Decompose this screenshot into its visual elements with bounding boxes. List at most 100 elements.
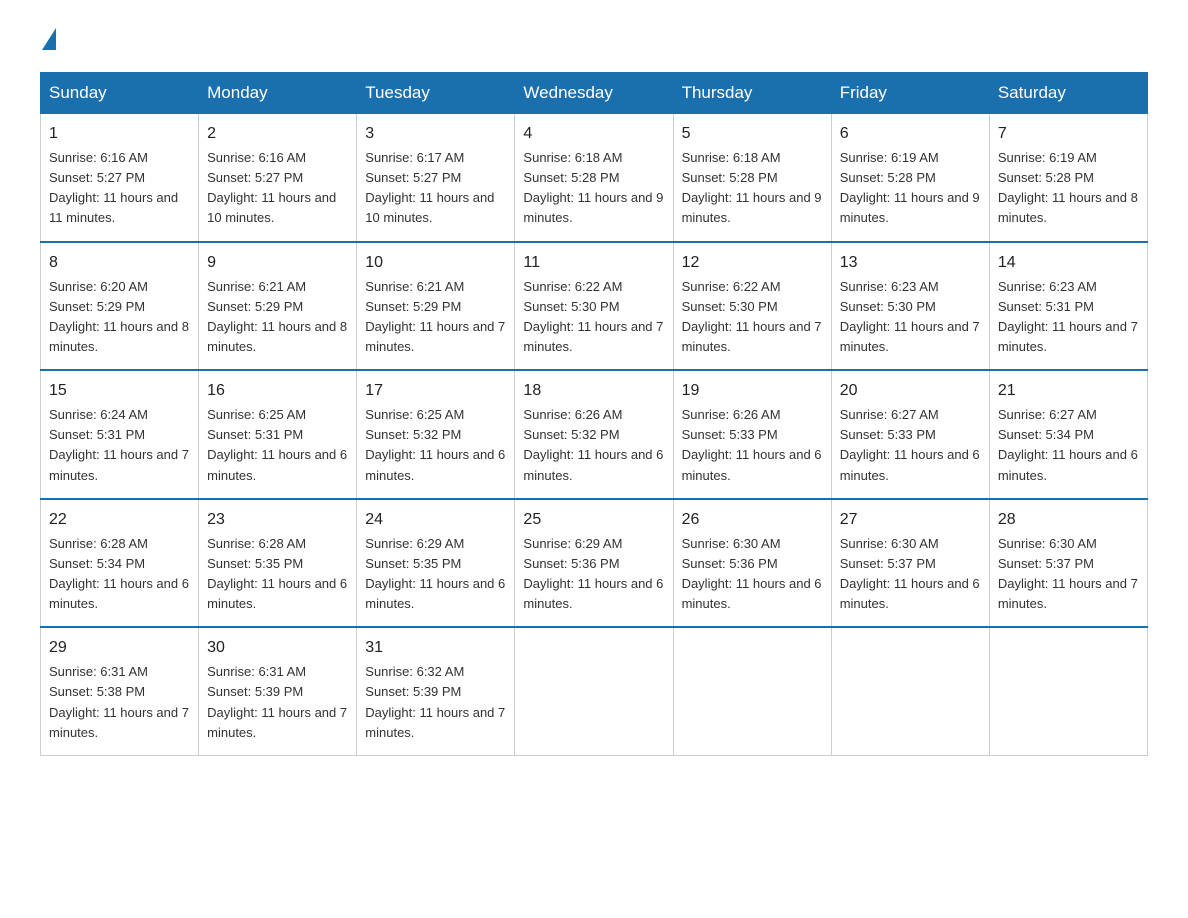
day-number: 5 <box>682 122 823 146</box>
day-info: Sunrise: 6:28 AMSunset: 5:35 PMDaylight:… <box>207 536 347 611</box>
day-number: 29 <box>49 636 190 660</box>
day-number: 17 <box>365 379 506 403</box>
day-info: Sunrise: 6:32 AMSunset: 5:39 PMDaylight:… <box>365 664 505 739</box>
day-info: Sunrise: 6:20 AMSunset: 5:29 PMDaylight:… <box>49 279 189 354</box>
day-number: 27 <box>840 508 981 532</box>
day-number: 1 <box>49 122 190 146</box>
calendar-day-cell: 12 Sunrise: 6:22 AMSunset: 5:30 PMDaylig… <box>673 242 831 371</box>
day-info: Sunrise: 6:17 AMSunset: 5:27 PMDaylight:… <box>365 150 494 225</box>
calendar-day-cell: 24 Sunrise: 6:29 AMSunset: 5:35 PMDaylig… <box>357 499 515 628</box>
day-number: 20 <box>840 379 981 403</box>
weekday-header-thursday: Thursday <box>673 73 831 114</box>
day-number: 7 <box>998 122 1139 146</box>
calendar-day-cell <box>515 627 673 755</box>
calendar-day-cell: 23 Sunrise: 6:28 AMSunset: 5:35 PMDaylig… <box>199 499 357 628</box>
day-number: 11 <box>523 251 664 275</box>
calendar-day-cell: 16 Sunrise: 6:25 AMSunset: 5:31 PMDaylig… <box>199 370 357 499</box>
day-info: Sunrise: 6:23 AMSunset: 5:30 PMDaylight:… <box>840 279 980 354</box>
day-info: Sunrise: 6:29 AMSunset: 5:36 PMDaylight:… <box>523 536 663 611</box>
calendar-day-cell: 22 Sunrise: 6:28 AMSunset: 5:34 PMDaylig… <box>41 499 199 628</box>
calendar-day-cell: 30 Sunrise: 6:31 AMSunset: 5:39 PMDaylig… <box>199 627 357 755</box>
day-number: 31 <box>365 636 506 660</box>
page-header <box>40 30 1148 52</box>
day-info: Sunrise: 6:22 AMSunset: 5:30 PMDaylight:… <box>523 279 663 354</box>
day-number: 13 <box>840 251 981 275</box>
calendar-day-cell: 29 Sunrise: 6:31 AMSunset: 5:38 PMDaylig… <box>41 627 199 755</box>
day-info: Sunrise: 6:19 AMSunset: 5:28 PMDaylight:… <box>840 150 980 225</box>
calendar-day-cell: 20 Sunrise: 6:27 AMSunset: 5:33 PMDaylig… <box>831 370 989 499</box>
weekday-header-tuesday: Tuesday <box>357 73 515 114</box>
calendar-table: SundayMondayTuesdayWednesdayThursdayFrid… <box>40 72 1148 756</box>
calendar-day-cell <box>989 627 1147 755</box>
day-number: 2 <box>207 122 348 146</box>
day-info: Sunrise: 6:24 AMSunset: 5:31 PMDaylight:… <box>49 407 189 482</box>
calendar-day-cell: 19 Sunrise: 6:26 AMSunset: 5:33 PMDaylig… <box>673 370 831 499</box>
day-info: Sunrise: 6:22 AMSunset: 5:30 PMDaylight:… <box>682 279 822 354</box>
day-info: Sunrise: 6:25 AMSunset: 5:32 PMDaylight:… <box>365 407 505 482</box>
calendar-day-cell: 18 Sunrise: 6:26 AMSunset: 5:32 PMDaylig… <box>515 370 673 499</box>
day-number: 21 <box>998 379 1139 403</box>
weekday-header-wednesday: Wednesday <box>515 73 673 114</box>
logo-triangle-icon <box>42 28 56 50</box>
weekday-header-monday: Monday <box>199 73 357 114</box>
day-info: Sunrise: 6:23 AMSunset: 5:31 PMDaylight:… <box>998 279 1138 354</box>
logo <box>40 30 58 52</box>
weekday-header-saturday: Saturday <box>989 73 1147 114</box>
day-number: 8 <box>49 251 190 275</box>
day-info: Sunrise: 6:31 AMSunset: 5:38 PMDaylight:… <box>49 664 189 739</box>
day-number: 14 <box>998 251 1139 275</box>
calendar-day-cell: 27 Sunrise: 6:30 AMSunset: 5:37 PMDaylig… <box>831 499 989 628</box>
day-number: 25 <box>523 508 664 532</box>
calendar-week-row: 29 Sunrise: 6:31 AMSunset: 5:38 PMDaylig… <box>41 627 1148 755</box>
calendar-day-cell: 1 Sunrise: 6:16 AMSunset: 5:27 PMDayligh… <box>41 114 199 242</box>
day-number: 18 <box>523 379 664 403</box>
day-info: Sunrise: 6:27 AMSunset: 5:34 PMDaylight:… <box>998 407 1138 482</box>
day-info: Sunrise: 6:18 AMSunset: 5:28 PMDaylight:… <box>682 150 822 225</box>
day-info: Sunrise: 6:16 AMSunset: 5:27 PMDaylight:… <box>207 150 336 225</box>
calendar-week-row: 15 Sunrise: 6:24 AMSunset: 5:31 PMDaylig… <box>41 370 1148 499</box>
day-info: Sunrise: 6:30 AMSunset: 5:36 PMDaylight:… <box>682 536 822 611</box>
calendar-day-cell: 13 Sunrise: 6:23 AMSunset: 5:30 PMDaylig… <box>831 242 989 371</box>
day-number: 10 <box>365 251 506 275</box>
day-number: 30 <box>207 636 348 660</box>
day-number: 24 <box>365 508 506 532</box>
day-number: 9 <box>207 251 348 275</box>
calendar-day-cell: 15 Sunrise: 6:24 AMSunset: 5:31 PMDaylig… <box>41 370 199 499</box>
calendar-day-cell: 7 Sunrise: 6:19 AMSunset: 5:28 PMDayligh… <box>989 114 1147 242</box>
calendar-day-cell: 26 Sunrise: 6:30 AMSunset: 5:36 PMDaylig… <box>673 499 831 628</box>
day-info: Sunrise: 6:26 AMSunset: 5:33 PMDaylight:… <box>682 407 822 482</box>
calendar-day-cell: 31 Sunrise: 6:32 AMSunset: 5:39 PMDaylig… <box>357 627 515 755</box>
day-info: Sunrise: 6:16 AMSunset: 5:27 PMDaylight:… <box>49 150 178 225</box>
day-number: 6 <box>840 122 981 146</box>
day-number: 16 <box>207 379 348 403</box>
day-number: 4 <box>523 122 664 146</box>
calendar-week-row: 22 Sunrise: 6:28 AMSunset: 5:34 PMDaylig… <box>41 499 1148 628</box>
calendar-day-cell: 8 Sunrise: 6:20 AMSunset: 5:29 PMDayligh… <box>41 242 199 371</box>
calendar-day-cell: 17 Sunrise: 6:25 AMSunset: 5:32 PMDaylig… <box>357 370 515 499</box>
day-info: Sunrise: 6:27 AMSunset: 5:33 PMDaylight:… <box>840 407 980 482</box>
calendar-day-cell: 25 Sunrise: 6:29 AMSunset: 5:36 PMDaylig… <box>515 499 673 628</box>
day-number: 3 <box>365 122 506 146</box>
calendar-day-cell <box>673 627 831 755</box>
day-info: Sunrise: 6:25 AMSunset: 5:31 PMDaylight:… <box>207 407 347 482</box>
day-info: Sunrise: 6:31 AMSunset: 5:39 PMDaylight:… <box>207 664 347 739</box>
calendar-day-cell: 2 Sunrise: 6:16 AMSunset: 5:27 PMDayligh… <box>199 114 357 242</box>
calendar-day-cell: 11 Sunrise: 6:22 AMSunset: 5:30 PMDaylig… <box>515 242 673 371</box>
weekday-header-sunday: Sunday <box>41 73 199 114</box>
day-info: Sunrise: 6:18 AMSunset: 5:28 PMDaylight:… <box>523 150 663 225</box>
calendar-day-cell: 14 Sunrise: 6:23 AMSunset: 5:31 PMDaylig… <box>989 242 1147 371</box>
calendar-week-row: 1 Sunrise: 6:16 AMSunset: 5:27 PMDayligh… <box>41 114 1148 242</box>
day-number: 19 <box>682 379 823 403</box>
day-info: Sunrise: 6:30 AMSunset: 5:37 PMDaylight:… <box>998 536 1138 611</box>
calendar-day-cell: 21 Sunrise: 6:27 AMSunset: 5:34 PMDaylig… <box>989 370 1147 499</box>
day-number: 12 <box>682 251 823 275</box>
calendar-day-cell: 9 Sunrise: 6:21 AMSunset: 5:29 PMDayligh… <box>199 242 357 371</box>
day-info: Sunrise: 6:26 AMSunset: 5:32 PMDaylight:… <box>523 407 663 482</box>
calendar-day-cell: 5 Sunrise: 6:18 AMSunset: 5:28 PMDayligh… <box>673 114 831 242</box>
day-info: Sunrise: 6:19 AMSunset: 5:28 PMDaylight:… <box>998 150 1138 225</box>
calendar-day-cell: 6 Sunrise: 6:19 AMSunset: 5:28 PMDayligh… <box>831 114 989 242</box>
day-info: Sunrise: 6:29 AMSunset: 5:35 PMDaylight:… <box>365 536 505 611</box>
calendar-day-cell <box>831 627 989 755</box>
day-number: 15 <box>49 379 190 403</box>
calendar-day-cell: 4 Sunrise: 6:18 AMSunset: 5:28 PMDayligh… <box>515 114 673 242</box>
